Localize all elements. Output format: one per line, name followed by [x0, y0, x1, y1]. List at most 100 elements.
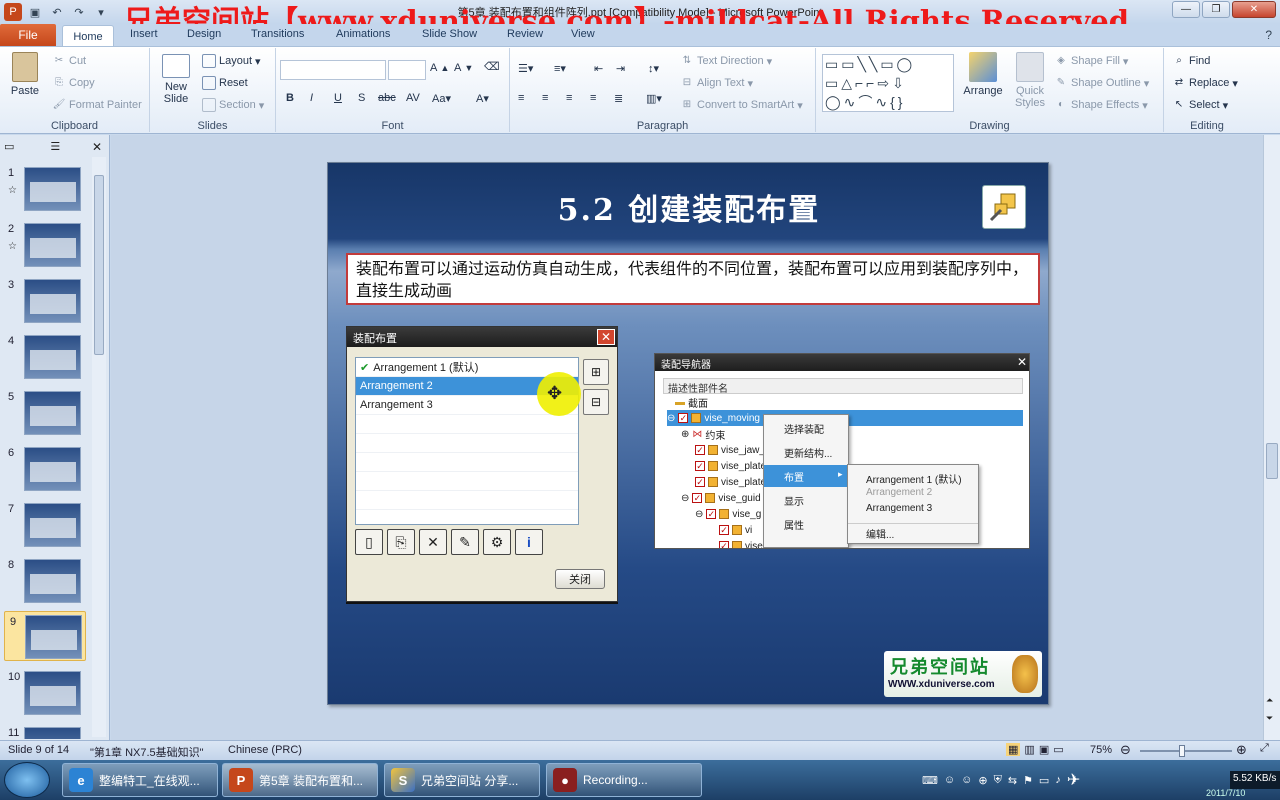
submenu-item[interactable]: Arrangement 1 (默认) — [848, 469, 978, 486]
network-icon[interactable]: ⇆ — [1008, 774, 1017, 787]
add-icon[interactable]: ⊕ — [978, 774, 987, 787]
submenu-item[interactable]: Arrangement 3 — [848, 501, 978, 517]
decrease-indent-button[interactable]: ⇤ — [594, 62, 603, 75]
tab-transitions[interactable]: Transitions — [251, 28, 304, 40]
paste-button[interactable]: Paste — [8, 52, 42, 97]
reading-view-icon[interactable]: ▣ — [1039, 743, 1049, 756]
help-icon[interactable]: ? — [1265, 28, 1272, 42]
zoom-in-icon[interactable]: ⊕ — [1236, 742, 1247, 758]
tab-home[interactable]: Home — [62, 25, 114, 47]
tree-node[interactable]: ⊕ ⋈ 约束 — [681, 426, 725, 442]
shadow-button[interactable]: S — [358, 92, 365, 104]
navigator-close-icon[interactable]: ✕ — [1017, 355, 1027, 369]
align-right-button[interactable]: ≡ — [566, 92, 572, 104]
menu-item-properties[interactable]: 属性 — [764, 513, 848, 535]
font-name-select[interactable] — [280, 60, 386, 80]
clock[interactable]: 2011/7/10 — [1206, 788, 1245, 798]
rename-icon[interactable]: ✎ — [451, 529, 479, 555]
bullets-button[interactable]: ☰▾ — [518, 62, 533, 75]
windows-start-icon[interactable] — [4, 762, 50, 798]
shape-fill-button[interactable]: ◈ Shape Fill ▾ — [1054, 54, 1128, 68]
new-icon[interactable]: ▯ — [355, 529, 383, 555]
zoom-slider-thumb[interactable] — [1178, 745, 1185, 757]
bold-button[interactable]: B — [286, 92, 294, 104]
slide-scrollbar[interactable]: ⏶ ⏷ — [1263, 135, 1280, 740]
align-center-button[interactable]: ≡ — [542, 92, 548, 104]
menu-item-update-structure[interactable]: 更新结构... — [764, 441, 848, 463]
previous-slide-icon[interactable]: ⏶ — [1266, 695, 1273, 706]
qq-icon[interactable]: ☺ — [961, 774, 972, 786]
dialog-close-icon[interactable]: ✕ — [597, 329, 615, 345]
justify-button[interactable]: ≡ — [590, 92, 596, 104]
slide-thumbnail-selected[interactable]: 9 — [4, 611, 86, 661]
menu-item-show[interactable]: 显示 — [764, 489, 848, 511]
info-icon[interactable]: i — [515, 529, 543, 555]
menu-item-select-assembly[interactable]: 选择装配 — [764, 417, 848, 439]
clear-formatting-icon[interactable]: ⌫ — [484, 60, 500, 73]
layout-button[interactable]: Layout ▾ — [202, 54, 261, 68]
tab-insert[interactable]: Insert — [130, 28, 158, 40]
qq-icon[interactable]: ☺ — [944, 774, 955, 786]
format-painter-button[interactable]: 🖌 Format Painter — [52, 98, 142, 112]
tab-review[interactable]: Review — [507, 28, 543, 40]
taskbar-item-browser[interactable]: e 整编特工_在线观... — [62, 763, 218, 797]
text-direction-button[interactable]: ⇅ Text Direction ▾ — [680, 54, 772, 68]
zoom-out-icon[interactable]: ⊖ — [1120, 742, 1131, 758]
tree-node[interactable]: ✓ vise_plate — [695, 458, 766, 474]
strikethrough-button[interactable]: abc — [378, 92, 396, 104]
submenu-item-edit[interactable]: 编辑... — [848, 523, 978, 541]
close-window-button[interactable]: ✕ — [1232, 1, 1276, 18]
properties-icon[interactable]: ⚙ — [483, 529, 511, 555]
copy-arrangement-icon[interactable]: ⊟ — [583, 389, 609, 415]
taskbar-item-site[interactable]: S 兄弟空间站 分享... — [384, 763, 540, 797]
theme-name[interactable]: "第1章 NX7.5基础知识" — [90, 744, 204, 760]
keyboard-icon[interactable]: ⌨ — [922, 774, 938, 787]
normal-view-icon[interactable]: ▦ — [1006, 743, 1021, 756]
tab-animations[interactable]: Animations — [336, 28, 390, 40]
convert-smartart-button[interactable]: ⊞ Convert to SmartArt ▾ — [680, 98, 803, 112]
list-item[interactable]: ✔ Arrangement 1 (默认) — [356, 358, 578, 377]
align-left-button[interactable]: ≡ — [518, 92, 524, 104]
cut-button[interactable]: ✂ Cut — [52, 54, 86, 68]
find-button[interactable]: ⌕ Find — [1172, 54, 1210, 68]
shrink-font-button[interactable]: A ▼ — [454, 62, 473, 74]
close-button[interactable]: 关闭 — [555, 569, 605, 589]
slideshow-view-icon[interactable]: ▭ — [1053, 743, 1063, 756]
slide-thumbnail[interactable]: 8 — [0, 559, 96, 615]
slide-thumbnail[interactable]: 4 — [0, 335, 96, 391]
increase-indent-button[interactable]: ⇥ — [616, 62, 625, 75]
copy-button[interactable]: ⎘ Copy — [52, 76, 95, 90]
minimize-button[interactable]: — — [1172, 1, 1200, 18]
select-button[interactable]: ↖ Select ▾ — [1172, 98, 1228, 112]
menu-item-arrangements[interactable]: 布置 — [764, 465, 848, 487]
distributed-button[interactable]: ≣ — [614, 92, 623, 105]
tree-node[interactable]: ⊖ ✓ vise_guid — [681, 490, 761, 506]
volume-icon[interactable]: ♪ — [1055, 774, 1061, 786]
display-icon[interactable]: ▭ — [1039, 774, 1049, 787]
navigator-column-header[interactable]: 描述性部件名 — [663, 378, 1023, 395]
underline-button[interactable]: U — [334, 92, 342, 104]
airplane-icon[interactable]: ✈ — [1067, 770, 1080, 790]
section-button[interactable]: Section ▾ — [202, 98, 264, 112]
new-arrangement-icon[interactable]: ⊞ — [583, 359, 609, 385]
shield-icon[interactable]: ⛨ — [994, 774, 1002, 787]
delete-icon[interactable]: ✕ — [419, 529, 447, 555]
grow-font-button[interactable]: A ▲ — [430, 62, 449, 74]
replace-button[interactable]: ⇄ Replace ▾ — [1172, 76, 1238, 90]
line-spacing-button[interactable]: ↕▾ — [648, 62, 659, 75]
slide-thumbnail[interactable]: 2 ☆ — [0, 223, 96, 279]
tree-node[interactable]: ✓ vise_plate — [695, 474, 766, 490]
taskbar-item-powerpoint[interactable]: P 第5章 装配布置和... — [222, 763, 378, 797]
slide-thumbnail[interactable]: 11 — [0, 727, 96, 739]
slide-thumbnail[interactable]: 6 — [0, 447, 96, 503]
close-pane-icon[interactable]: ✕ — [92, 140, 102, 154]
slide-body-text[interactable]: 装配布置可以通过运动仿真自动生成，代表组件的不同位置，装配布置可以应用到装配序列… — [346, 253, 1040, 305]
taskbar-item-recording[interactable]: ● Recording... — [546, 763, 702, 797]
slide-thumbnail[interactable]: 3 — [0, 279, 96, 335]
tab-file[interactable]: File — [0, 24, 56, 46]
language-indicator[interactable]: Chinese (PRC) — [228, 744, 302, 756]
tab-design[interactable]: Design — [187, 28, 221, 40]
tree-node[interactable]: ⊖ ✓ vise_g — [695, 506, 761, 522]
next-slide-icon[interactable]: ⏷ — [1266, 713, 1273, 724]
change-case-button[interactable]: Aa▾ — [432, 92, 451, 105]
